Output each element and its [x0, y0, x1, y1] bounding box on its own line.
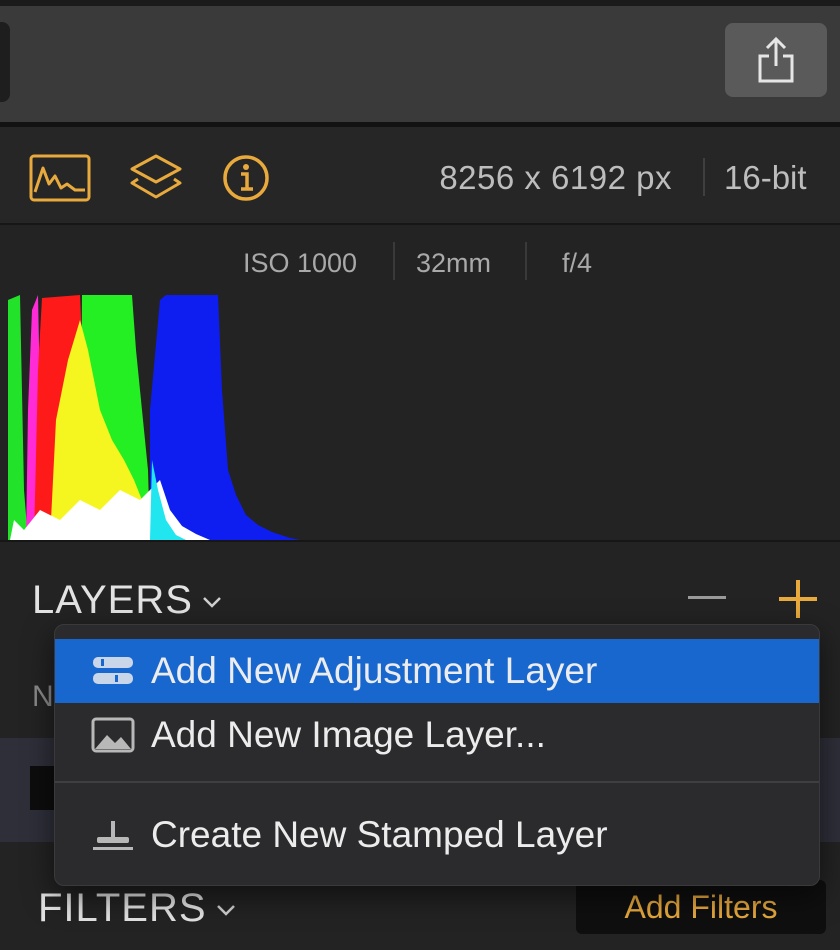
menu-separator — [55, 781, 819, 783]
histogram-icon — [29, 154, 91, 202]
info-icon — [223, 155, 269, 201]
toolbar-left-control[interactable] — [0, 22, 10, 102]
layers-section-header[interactable]: LAYERS — [32, 578, 223, 623]
histogram — [0, 290, 840, 540]
filters-title: FILTERS — [38, 886, 207, 930]
exif-separator — [393, 242, 395, 280]
adjustment-layer-icon — [91, 653, 135, 689]
menu-item-label: Add New Image Layer... — [151, 714, 546, 755]
remove-layer-button[interactable] — [688, 596, 726, 599]
exif-aperture: f/4 — [562, 248, 593, 278]
layer-list-partial-text: N — [32, 680, 54, 713]
info-button[interactable] — [214, 150, 278, 206]
image-dimensions: 8256 x 6192 px — [439, 159, 672, 196]
menu-item-add-image-layer[interactable]: Add New Image Layer... — [55, 703, 819, 767]
share-icon — [758, 36, 794, 83]
chevron-down-icon — [203, 597, 221, 609]
histogram-button[interactable] — [28, 150, 92, 206]
exif-separator — [525, 242, 527, 280]
top-toolbar — [0, 6, 840, 122]
histogram-divider — [0, 540, 840, 542]
layers-panel-button[interactable] — [124, 150, 188, 206]
image-layer-icon — [91, 717, 135, 753]
exif-focal-length: 32mm — [416, 248, 492, 278]
add-layer-button[interactable] — [779, 580, 817, 618]
exif-iso: ISO 1000 — [243, 248, 358, 278]
layers-title: LAYERS — [32, 578, 193, 622]
menu-item-label: Create New Stamped Layer — [151, 814, 608, 855]
layers-icon — [130, 154, 182, 199]
stamp-icon — [91, 817, 135, 853]
menu-item-create-stamped-layer[interactable]: Create New Stamped Layer — [55, 803, 819, 867]
menu-item-label: Add New Adjustment Layer — [151, 650, 598, 691]
share-button[interactable] — [725, 23, 827, 97]
bit-depth: 16-bit — [724, 159, 807, 196]
info-bar-divider — [0, 223, 840, 225]
add-filters-button[interactable]: Add Filters — [576, 880, 826, 934]
add-layer-menu: Add New Adjustment Layer Add New Image L… — [54, 624, 820, 886]
chevron-down-icon — [216, 905, 235, 917]
filters-section-header[interactable]: FILTERS — [38, 886, 237, 931]
menu-item-add-adjustment-layer[interactable]: Add New Adjustment Layer — [55, 639, 819, 703]
info-separator — [703, 158, 705, 196]
